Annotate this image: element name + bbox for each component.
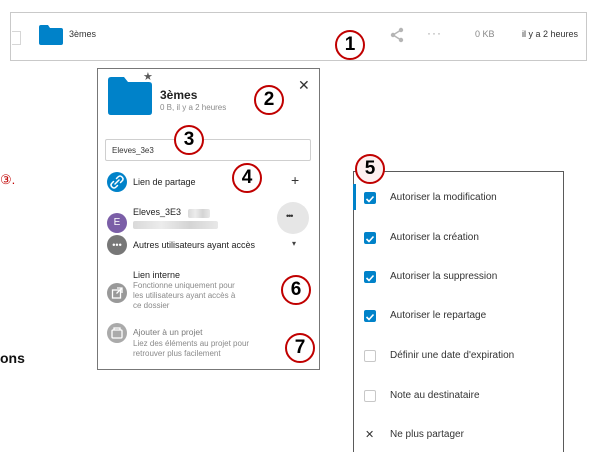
close-icon: ✕ — [365, 429, 375, 441]
external-link-icon — [107, 283, 127, 303]
checkbox-checked-icon[interactable] — [364, 271, 376, 283]
share-recipient-name: Eleves_3E3 — [133, 207, 182, 217]
menu-item-allow-reshare[interactable]: Autoriser le repartage — [364, 309, 559, 325]
link-icon — [107, 172, 127, 192]
checkbox-checked-icon[interactable] — [364, 232, 376, 244]
menu-item-label: Ne plus partager — [390, 429, 464, 440]
file-modified: il y a 2 heures — [522, 29, 579, 39]
menu-item-allow-delete[interactable]: Autoriser la suppression — [364, 270, 559, 286]
active-item-indicator — [353, 184, 356, 210]
checkbox-checked-icon[interactable] — [364, 192, 376, 204]
callout-1: 1 — [335, 30, 365, 60]
share-link-label[interactable]: Lien de partage — [133, 177, 196, 187]
menu-item-expiration-date[interactable]: Définir une date d'expiration — [364, 349, 559, 365]
menu-item-label: Autoriser la modification — [390, 192, 497, 203]
file-name[interactable]: 3èmes — [69, 29, 96, 39]
cropped-callout-reference: ③. — [0, 172, 16, 187]
share-menu-button[interactable] — [277, 202, 309, 234]
redacted-recipient-detail — [188, 209, 210, 218]
share-sidebar: ★ 3èmes 0 B, il y a 2 heures ✕ Eleves_3e… — [97, 68, 320, 370]
share-permissions-menu: Autoriser la modification Autoriser la c… — [353, 171, 564, 452]
internal-link-description-line: Fonctionne uniquement pour — [133, 281, 235, 290]
callout-6: 6 — [281, 275, 311, 305]
checkbox-unchecked-icon[interactable] — [364, 390, 376, 402]
checkbox-checked-icon[interactable] — [364, 310, 376, 322]
menu-item-allow-edit[interactable]: Autoriser la modification — [364, 191, 559, 207]
checkbox-unchecked-icon[interactable] — [364, 350, 376, 362]
more-actions-icon[interactable]: ··· — [427, 26, 442, 40]
other-users-label[interactable]: Autres utilisateurs ayant accès — [133, 240, 255, 250]
share-search-input[interactable]: Eleves_3e3 — [105, 139, 311, 161]
redacted-recipient-detail — [133, 221, 218, 229]
folder-icon — [39, 25, 63, 45]
avatar: E — [107, 213, 127, 233]
callout-4: 4 — [232, 163, 262, 193]
add-share-link-icon[interactable]: + — [291, 172, 299, 188]
menu-item-label: Autoriser le repartage — [390, 310, 487, 321]
close-icon[interactable]: ✕ — [298, 77, 310, 94]
file-row[interactable]: 3èmes ··· 0 KB il y a 2 heures — [10, 12, 587, 61]
callout-7: 7 — [285, 333, 315, 363]
add-to-project-label[interactable]: Ajouter à un projet — [133, 327, 202, 337]
callout-5: 5 — [355, 154, 385, 184]
callout-3: 3 — [174, 125, 204, 155]
internal-link-label[interactable]: Lien interne — [133, 270, 180, 280]
chevron-down-icon[interactable]: ▾ — [292, 239, 296, 248]
project-icon — [107, 323, 127, 343]
menu-item-note[interactable]: Note au destinataire — [364, 389, 559, 405]
menu-item-label: Définir une date d'expiration — [390, 350, 515, 361]
menu-item-allow-create[interactable]: Autoriser la création — [364, 231, 559, 247]
menu-item-label: Note au destinataire — [390, 390, 480, 401]
panel-title: 3èmes — [160, 88, 198, 102]
callout-2: 2 — [254, 85, 284, 115]
menu-item-label: Autoriser la création — [390, 232, 479, 243]
internal-link-description: Fonctionne uniquement pour les utilisate… — [133, 281, 263, 311]
more-icon[interactable]: ••• — [286, 211, 294, 221]
menu-item-unshare[interactable]: ✕ Ne plus partager — [364, 428, 559, 444]
share-icon[interactable] — [389, 27, 405, 43]
more-users-icon: ••• — [107, 235, 127, 255]
internal-link-description-line: les utilisateurs ayant accès à — [133, 291, 236, 300]
file-size: 0 KB — [475, 29, 495, 39]
internal-link-description-line: ce dossier — [133, 301, 170, 310]
row-checkbox[interactable] — [12, 31, 21, 45]
cropped-text-fragment: ons — [0, 350, 25, 366]
favorite-star-icon[interactable]: ★ — [143, 70, 153, 83]
menu-item-label: Autoriser la suppression — [390, 271, 498, 282]
panel-meta: 0 B, il y a 2 heures — [160, 103, 227, 112]
